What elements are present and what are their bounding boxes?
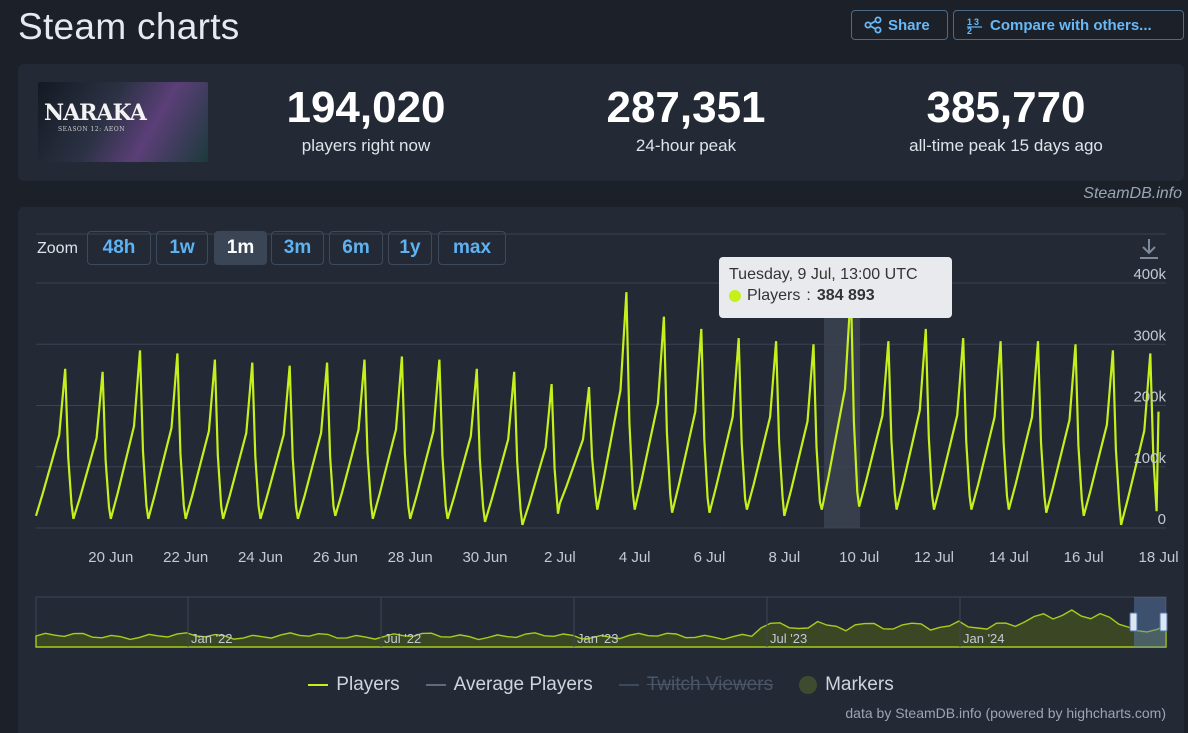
legend-twitch-label: Twitch Viewers xyxy=(646,674,774,695)
legend-markers-swatch xyxy=(799,676,818,694)
legend-average-players[interactable]: Average Players xyxy=(425,673,593,697)
navigator-handle-left[interactable] xyxy=(1129,612,1138,632)
y-tick-label: 300k xyxy=(1133,327,1166,344)
x-tick-label: 24 Jun xyxy=(238,549,283,566)
navigator-label: Jul '23 xyxy=(770,631,807,646)
x-tick-label: 10 Jul xyxy=(839,549,879,566)
stat-current-label: players right now xyxy=(301,136,431,155)
chart-panel: Zoom 48h 1w 1m 3m 6m 1y max 0 100k 200k 300… xyxy=(18,207,1184,733)
x-tick-label: 8 Jul xyxy=(769,549,801,566)
compare-icon: 132 xyxy=(966,16,984,34)
legend-twitch-swatch xyxy=(618,684,639,686)
share-label: Share xyxy=(888,16,930,34)
x-tick-label: 28 Jun xyxy=(388,549,433,566)
x-tick-label: 6 Jul xyxy=(694,549,726,566)
highcharts-credit[interactable]: data by SteamDB.info (powered by highcha… xyxy=(845,705,1166,721)
y-tick-label: 100k xyxy=(1133,450,1166,467)
player-chart[interactable]: 0 100k 200k 300k 400k 20 Jun 22 Jun 24 Jun 26 J… xyxy=(18,207,1184,667)
tooltip-date: Tuesday, 9 Jul, 13:00 UTC xyxy=(729,266,918,283)
svg-text:3: 3 xyxy=(974,17,979,27)
stat-24h-peak: 287,351 24-hour peak xyxy=(556,84,816,156)
x-tick-label: 26 Jun xyxy=(313,549,358,566)
stats-panel: NARAKA SEASON 12: AEON 194,020 players r… xyxy=(18,64,1184,181)
y-tick-label: 0 xyxy=(1158,511,1166,528)
steamdb-credit[interactable]: SteamDB.info xyxy=(1083,185,1182,203)
compare-button[interactable]: 132 Compare with others... xyxy=(953,10,1184,40)
compare-label: Compare with others... xyxy=(990,16,1152,34)
share-icon xyxy=(864,16,882,34)
tooltip-series-name: Players xyxy=(747,287,801,304)
game-thumbnail[interactable]: NARAKA SEASON 12: AEON xyxy=(38,82,208,162)
x-tick-label: 18 Jul xyxy=(1139,549,1179,566)
navigator-handle-right[interactable] xyxy=(1159,612,1168,632)
navigator-label: Jan '24 xyxy=(963,631,1005,646)
stat-alltime-peak-label: all-time peak 15 days ago xyxy=(909,136,1103,155)
game-logo: NARAKA xyxy=(44,100,147,126)
navigator-label: Jul '22 xyxy=(384,631,421,646)
stat-current: 194,020 players right now xyxy=(236,84,496,156)
players-series-line[interactable] xyxy=(34,290,1160,526)
stat-alltime-peak-value: 385,770 xyxy=(926,83,1086,132)
navigator-label: Jan '22 xyxy=(191,631,233,646)
stat-current-value: 194,020 xyxy=(286,83,446,132)
legend-players-label: Players xyxy=(336,674,400,695)
legend-average-label: Average Players xyxy=(453,674,593,695)
legend-markers-label: Markers xyxy=(825,674,894,695)
legend-twitch-viewers[interactable]: Twitch Viewers xyxy=(618,673,774,697)
stat-alltime-peak[interactable]: 385,770 all-time peak 15 days ago xyxy=(876,84,1136,156)
legend-markers[interactable]: Markers xyxy=(799,673,894,697)
svg-text:2: 2 xyxy=(967,26,972,34)
legend-players-swatch xyxy=(308,684,329,686)
x-tick-label: 22 Jun xyxy=(163,549,208,566)
x-tick-label: 30 Jun xyxy=(462,549,507,566)
navigator-label: Jan '23 xyxy=(577,631,619,646)
share-button[interactable]: Share xyxy=(851,10,948,40)
game-logo-subtitle: SEASON 12: AEON xyxy=(58,126,125,133)
chart-legend: Players Average Players Twitch Viewers M… xyxy=(18,673,1184,697)
legend-average-swatch xyxy=(425,684,446,686)
x-tick-label: 16 Jul xyxy=(1064,549,1104,566)
x-tick-label: 4 Jul xyxy=(619,549,651,566)
stat-24h-peak-label: 24-hour peak xyxy=(635,136,737,155)
chart-tooltip: Tuesday, 9 Jul, 13:00 UTC Players: 384 8… xyxy=(719,257,952,318)
x-tick-label: 12 Jul xyxy=(914,549,954,566)
page-title: Steam charts xyxy=(18,6,240,47)
stat-24h-peak-value: 287,351 xyxy=(606,83,766,132)
y-tick-label: 200k xyxy=(1133,389,1166,406)
x-tick-label: 20 Jun xyxy=(88,549,133,566)
tooltip-series-dot xyxy=(729,290,741,302)
x-tick-label: 14 Jul xyxy=(989,549,1029,566)
tooltip-value: 384 893 xyxy=(816,287,875,304)
navigator[interactable]: Jan '22 Jul '22 Jan '23 Jul '23 Jan '24 xyxy=(35,596,1168,648)
y-tick-label: 400k xyxy=(1133,266,1166,283)
legend-players[interactable]: Players xyxy=(308,673,400,697)
x-tick-label: 2 Jul xyxy=(544,549,576,566)
